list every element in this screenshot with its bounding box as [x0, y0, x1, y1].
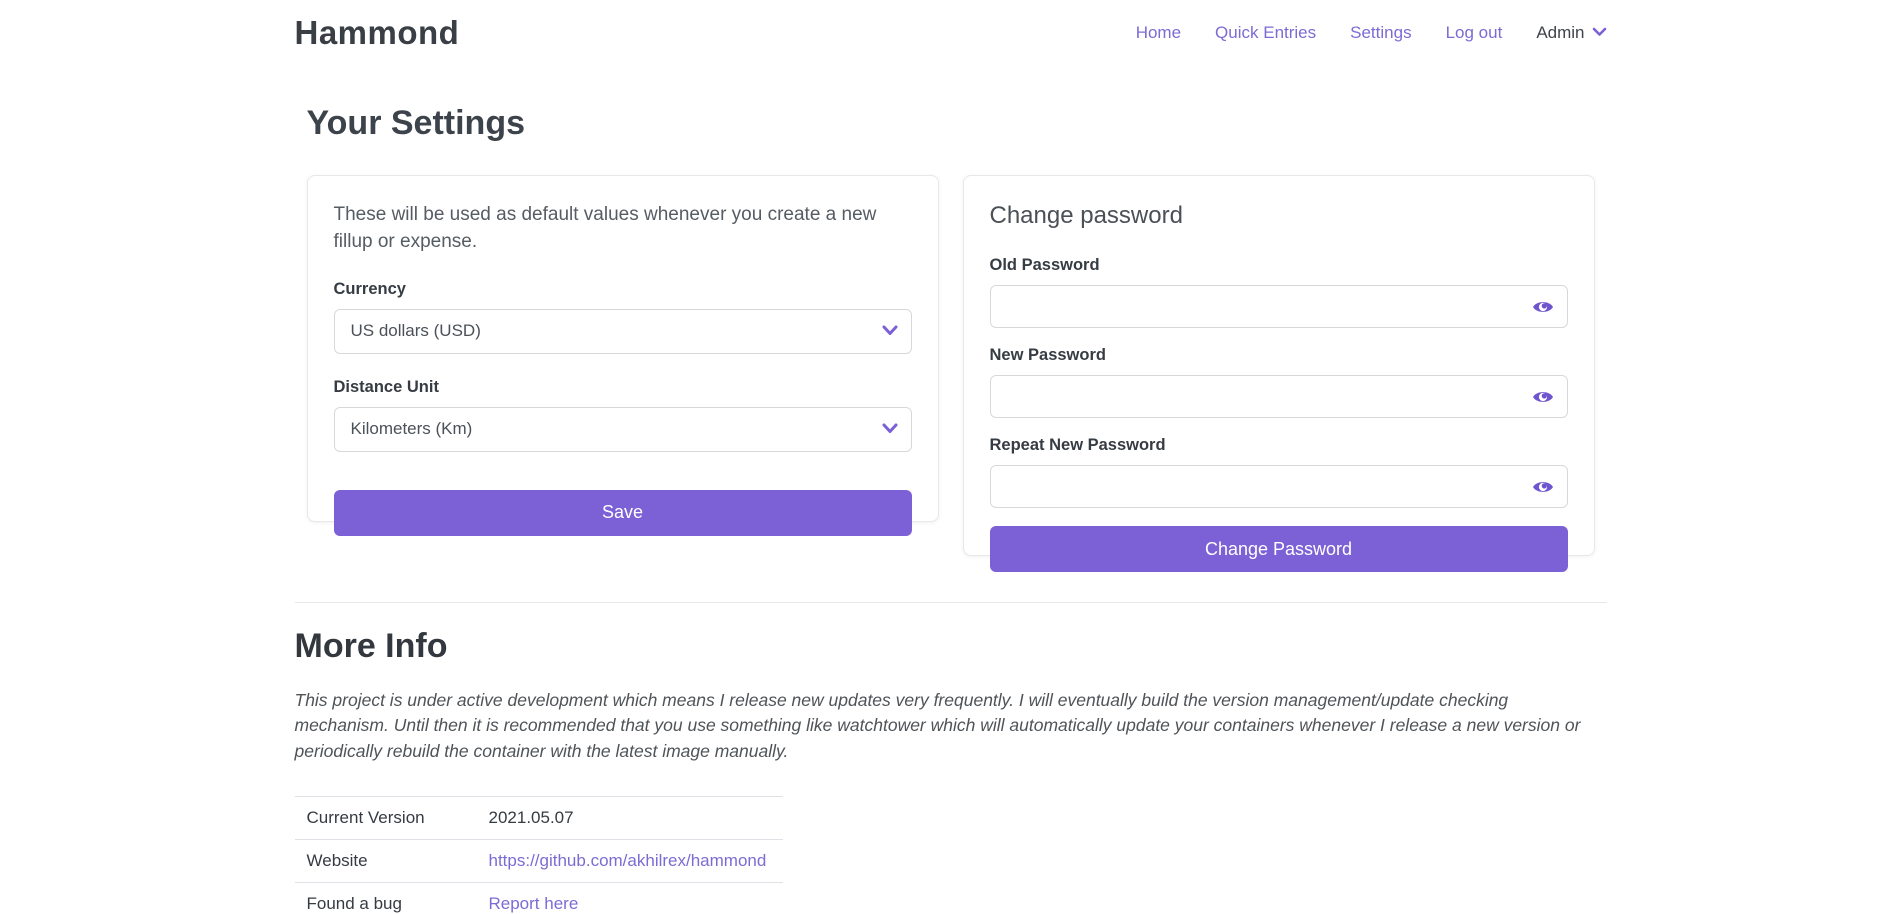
repeat-password-group: Repeat New Password — [990, 436, 1568, 508]
report-bug-link[interactable]: Report here — [489, 894, 579, 913]
table-row: Found a bug Report here — [295, 883, 783, 914]
new-password-label: New Password — [990, 346, 1568, 365]
distance-unit-select[interactable]: Kilometers (Km) — [334, 407, 912, 452]
new-password-field[interactable] — [990, 375, 1568, 418]
table-row: Website https://github.com/akhilrex/hamm… — [295, 840, 783, 883]
website-link[interactable]: https://github.com/akhilrex/hammond — [489, 851, 767, 870]
save-button[interactable]: Save — [334, 490, 912, 536]
eye-icon — [1532, 479, 1554, 495]
change-password-button[interactable]: Change Password — [990, 526, 1568, 572]
more-info-table: Current Version 2021.05.07 Website https… — [295, 796, 783, 914]
page-title: Your Settings — [295, 104, 1607, 143]
change-password-title: Change password — [990, 202, 1568, 230]
currency-select-wrap: US dollars (USD) — [334, 309, 912, 354]
defaults-description: These will be used as default values whe… — [334, 202, 909, 256]
info-row-label: Website — [295, 840, 477, 883]
more-info-note: This project is under active development… — [295, 688, 1607, 764]
eye-icon — [1532, 299, 1554, 315]
toggle-password-visibility-button[interactable] — [1528, 294, 1558, 320]
change-password-card: Change password Old Password New Passwor… — [963, 175, 1595, 556]
distance-unit-label: Distance Unit — [334, 378, 912, 397]
chevron-down-icon — [1592, 24, 1607, 42]
nav-item-settings[interactable]: Settings — [1350, 23, 1411, 43]
currency-selected-value: US dollars (USD) — [351, 321, 481, 341]
admin-menu-label: Admin — [1536, 23, 1584, 43]
old-password-field[interactable] — [990, 285, 1568, 328]
toggle-password-visibility-button[interactable] — [1528, 384, 1558, 410]
info-row-label: Found a bug — [295, 883, 477, 914]
section-divider — [295, 602, 1607, 603]
repeat-password-field[interactable] — [990, 465, 1568, 508]
navbar: Hammond Home Quick Entries Settings Log … — [295, 0, 1607, 62]
new-password-group: New Password — [990, 346, 1568, 418]
eye-icon — [1532, 389, 1554, 405]
info-row-value: 2021.05.07 — [477, 797, 783, 840]
toggle-password-visibility-button[interactable] — [1528, 474, 1558, 500]
defaults-card: These will be used as default values whe… — [307, 175, 939, 522]
nav-links: Home Quick Entries Settings Log out Admi… — [1136, 23, 1607, 43]
distance-select-wrap: Kilometers (Km) — [334, 407, 912, 452]
repeat-password-label: Repeat New Password — [990, 436, 1568, 455]
nav-item-home[interactable]: Home — [1136, 23, 1181, 43]
currency-select[interactable]: US dollars (USD) — [334, 309, 912, 354]
old-password-group: Old Password — [990, 256, 1568, 328]
info-row-label: Current Version — [295, 797, 477, 840]
more-info-title: More Info — [295, 627, 1607, 666]
brand-logo[interactable]: Hammond — [295, 14, 460, 52]
nav-item-logout[interactable]: Log out — [1446, 23, 1503, 43]
table-row: Current Version 2021.05.07 — [295, 797, 783, 840]
main-content: Your Settings These will be used as defa… — [295, 104, 1607, 914]
nav-item-quick-entries[interactable]: Quick Entries — [1215, 23, 1316, 43]
settings-cards: These will be used as default values whe… — [295, 175, 1607, 556]
admin-menu[interactable]: Admin — [1536, 23, 1606, 43]
old-password-label: Old Password — [990, 256, 1568, 275]
distance-selected-value: Kilometers (Km) — [351, 419, 473, 439]
currency-label: Currency — [334, 280, 912, 299]
